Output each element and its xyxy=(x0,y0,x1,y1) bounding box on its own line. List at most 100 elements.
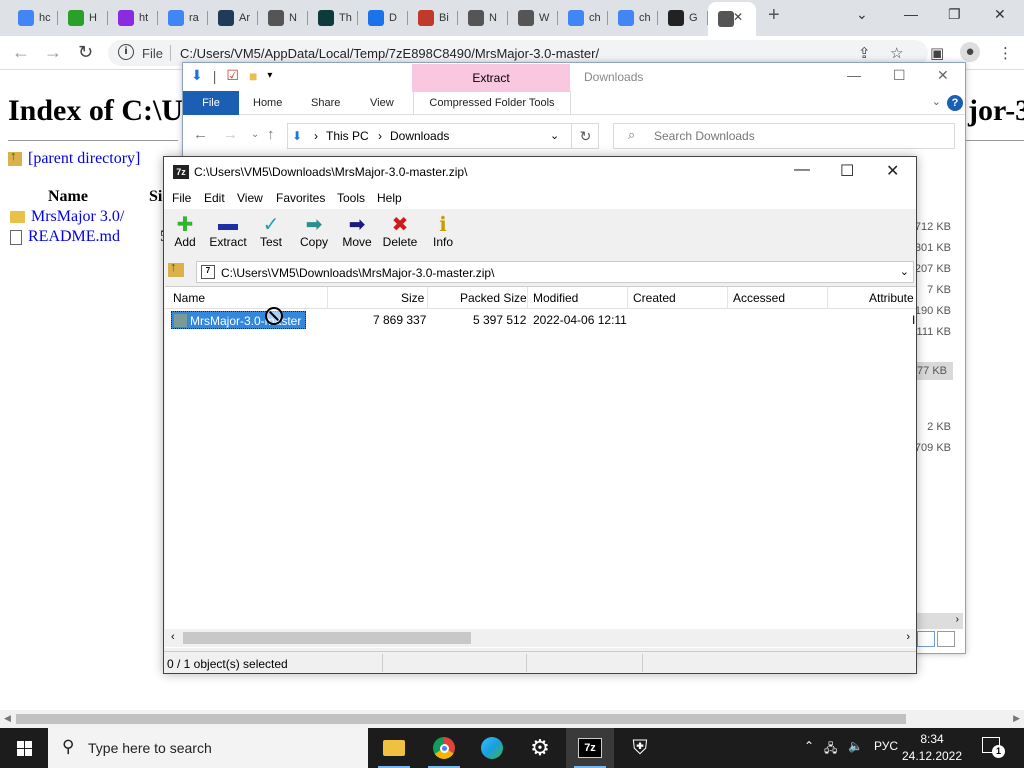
browser-tab[interactable]: ch xyxy=(608,4,658,32)
explorer-back-button[interactable]: ← xyxy=(193,126,208,143)
browser-tab[interactable] xyxy=(708,2,756,36)
7zip-maximize-button[interactable]: ☐ xyxy=(840,161,854,181)
column-header-name[interactable]: Name xyxy=(173,291,205,305)
menu-tools[interactable]: Tools xyxy=(337,191,365,205)
url-text[interactable]: C:/Users/VM5/AppData/Local/Temp/7zE898C8… xyxy=(180,46,599,61)
delete-button[interactable]: ✖ Delete xyxy=(377,213,423,250)
move-button[interactable]: ➡ Move xyxy=(334,213,380,250)
folder-up-icon[interactable] xyxy=(168,259,188,281)
column-header-attributes[interactable]: Attribute xyxy=(869,291,914,305)
show-hidden-icons-icon[interactable]: ⌃ xyxy=(804,739,814,753)
scrollbar-thumb[interactable] xyxy=(16,714,906,724)
column-header-accessed[interactable]: Accessed xyxy=(733,291,785,305)
customize-qat-icon[interactable]: ▾ xyxy=(267,70,272,81)
menu-file[interactable]: File xyxy=(172,191,191,205)
add-button[interactable]: ✚ Add xyxy=(162,213,208,250)
chrome-taskbar-icon[interactable] xyxy=(420,728,468,768)
browser-tab[interactable]: Ar xyxy=(208,4,258,32)
browser-tab[interactable]: G xyxy=(658,4,708,32)
list-item[interactable]: README.md 5 xyxy=(10,228,168,246)
browser-tab[interactable]: Th xyxy=(308,4,358,32)
edge-taskbar-icon[interactable] xyxy=(468,728,516,768)
tab-compressed-folder-tools[interactable]: Compressed Folder Tools xyxy=(413,91,571,115)
ribbon-expand-icon[interactable]: ⌄ xyxy=(932,95,941,108)
7zip-taskbar-icon[interactable]: 7z xyxy=(566,728,614,768)
side-panel-icon[interactable]: ▣ xyxy=(930,44,944,62)
help-icon[interactable]: ? xyxy=(947,95,963,111)
menu-icon[interactable]: ⋮ xyxy=(998,44,1013,62)
parent-directory-link[interactable]: [parent directory] xyxy=(8,148,140,168)
scroll-right-icon[interactable]: › xyxy=(956,614,959,625)
profile-avatar-icon[interactable]: ● xyxy=(960,42,980,62)
scrollbar-thumb[interactable] xyxy=(183,632,471,644)
menu-help[interactable]: Help xyxy=(377,191,402,205)
share-icon[interactable]: ⇪ xyxy=(858,44,871,62)
explorer-horizontal-scrollbar[interactable]: › xyxy=(915,613,963,629)
network-icon[interactable]: 🖧 xyxy=(824,739,837,760)
file-explorer-taskbar-icon[interactable] xyxy=(370,728,418,768)
explorer-close-button[interactable]: ✕ xyxy=(937,67,949,84)
folder-name-selected[interactable]: MrsMajor-3.0-master xyxy=(171,311,307,329)
7zip-close-button[interactable]: ✕ xyxy=(886,161,899,181)
refresh-button[interactable]: ↻ xyxy=(571,123,599,149)
column-header-created[interactable]: Created xyxy=(633,291,676,305)
list-item[interactable]: MrsMajor 3.0/ xyxy=(10,208,124,226)
chevron-down-icon[interactable]: ⌄ xyxy=(900,265,909,278)
7zip-minimize-button[interactable]: — xyxy=(794,161,810,179)
minimize-button[interactable]: — xyxy=(904,6,918,22)
browser-tab[interactable]: N xyxy=(258,4,308,32)
browser-tab[interactable]: Bi xyxy=(408,4,458,32)
column-header-size[interactable]: Size xyxy=(401,291,424,305)
browser-tab[interactable]: W xyxy=(508,4,558,32)
explorer-address-bar[interactable]: ⬇ › This PC › Downloads ⌄ xyxy=(287,123,599,149)
scroll-left-icon[interactable]: ‹ xyxy=(171,631,175,643)
7zip-horizontal-scrollbar[interactable]: ‹ › xyxy=(165,629,916,647)
properties-icon[interactable]: ☑ xyxy=(226,67,239,84)
info-button[interactable]: ℹ Info xyxy=(420,213,466,250)
explorer-minimize-button[interactable]: — xyxy=(847,67,861,83)
security-shield-icon[interactable]: ⛨ xyxy=(616,728,664,768)
taskbar-clock[interactable]: 8:34 24.12.2022 xyxy=(892,731,972,765)
menu-edit[interactable]: Edit xyxy=(204,191,225,205)
close-window-button[interactable]: ✕ xyxy=(994,6,1006,23)
volume-icon[interactable]: 🔈 xyxy=(848,739,863,753)
forward-button[interactable]: → xyxy=(44,42,62,63)
back-button[interactable]: ← xyxy=(12,42,30,63)
explorer-maximize-button[interactable]: ☐ xyxy=(893,67,906,84)
browser-tab[interactable]: ch xyxy=(558,4,608,32)
down-arrow-icon[interactable]: ⬇ xyxy=(191,67,203,84)
new-folder-icon[interactable]: ■ xyxy=(249,68,257,84)
browser-tab[interactable]: N xyxy=(458,4,508,32)
tab-home[interactable]: Home xyxy=(253,97,282,109)
browser-tab[interactable]: ra xyxy=(158,4,208,32)
browser-tab[interactable]: H xyxy=(58,4,108,32)
browser-tab[interactable]: hc xyxy=(8,4,58,32)
column-header-modified[interactable]: Modified xyxy=(533,291,578,305)
breadcrumb-this-pc[interactable]: This PC xyxy=(326,129,369,143)
up-one-level-button[interactable]: ↑ xyxy=(267,126,275,143)
tab-share[interactable]: Share xyxy=(311,97,340,109)
bookmark-star-icon[interactable]: ☆ xyxy=(890,44,903,62)
address-dropdown-icon[interactable]: ⌄ xyxy=(550,129,559,142)
tab-search-icon[interactable]: ⌄ xyxy=(856,6,868,23)
browser-tab[interactable]: D xyxy=(358,4,408,32)
column-header-packed-size[interactable]: Packed Size xyxy=(460,291,527,305)
restore-button[interactable]: ❐ xyxy=(948,6,961,23)
info-icon[interactable]: i xyxy=(118,44,134,60)
settings-gear-icon[interactable]: ⚙ xyxy=(516,728,564,768)
new-tab-button[interactable]: + xyxy=(768,4,780,27)
scroll-right-icon[interactable]: › xyxy=(906,631,910,643)
breadcrumb-downloads[interactable]: Downloads xyxy=(390,129,449,143)
scroll-right-icon[interactable]: ▶ xyxy=(1013,713,1020,724)
explorer-forward-button[interactable]: → xyxy=(223,126,238,143)
menu-favorites[interactable]: Favorites xyxy=(276,191,325,205)
browser-tab[interactable]: ht xyxy=(108,4,158,32)
copy-button[interactable]: ➡ Copy xyxy=(291,213,337,250)
taskbar-search-input[interactable]: ⚲ Type here to search xyxy=(48,728,368,768)
ribbon-context-extract[interactable]: Extract xyxy=(412,64,570,92)
7zip-path-input[interactable]: 7 C:\Users\VM5\Downloads\MrsMajor-3.0-ma… xyxy=(196,261,914,283)
menu-view[interactable]: View xyxy=(237,191,263,205)
tab-file[interactable]: File xyxy=(183,91,239,115)
close-tab-icon[interactable]: ✕ xyxy=(733,10,743,24)
start-button[interactable] xyxy=(0,728,48,768)
